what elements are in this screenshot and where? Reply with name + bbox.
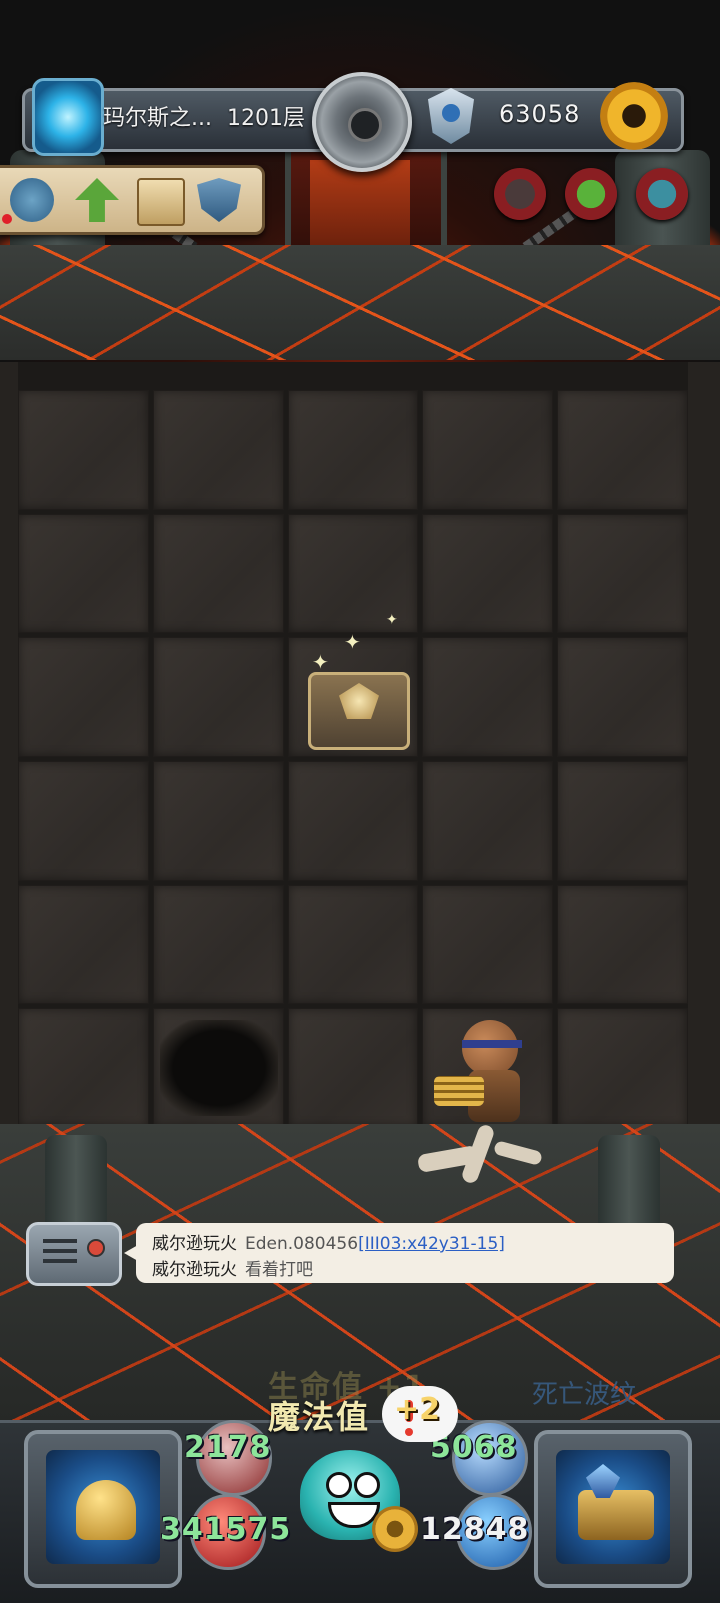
floor-tile[interactable] bbox=[422, 390, 554, 510]
equipment-button[interactable] bbox=[24, 1430, 182, 1588]
equipment-slot bbox=[46, 1450, 160, 1564]
floor-tile[interactable] bbox=[152, 884, 284, 1005]
hero-gatling-gun bbox=[434, 1076, 484, 1106]
scroll-icon[interactable] bbox=[137, 178, 185, 226]
floor-tile[interactable] bbox=[18, 760, 149, 881]
sparkle-icon: ✦ bbox=[386, 612, 398, 628]
floor-tile[interactable] bbox=[557, 637, 688, 757]
floor-tile[interactable] bbox=[287, 760, 419, 881]
settings-gear-icon[interactable] bbox=[600, 82, 668, 150]
floor-tile[interactable] bbox=[287, 513, 419, 634]
floor-tile[interactable] bbox=[287, 1008, 419, 1128]
floor-tile[interactable] bbox=[152, 637, 284, 757]
floor-tile[interactable] bbox=[18, 1008, 149, 1128]
chat-message: 威尔逊玩火 Eden.080456[III03:x42y31-15] bbox=[152, 1229, 505, 1254]
up-arrow-icon[interactable] bbox=[75, 178, 119, 222]
floor-tile[interactable] bbox=[557, 1008, 688, 1128]
tile-grid bbox=[18, 390, 688, 1128]
door-glow bbox=[310, 160, 410, 250]
inventory-button[interactable] bbox=[534, 1430, 692, 1588]
treasure-chest[interactable] bbox=[308, 672, 410, 750]
inventory-slot bbox=[556, 1450, 670, 1564]
floor-tile[interactable] bbox=[18, 513, 149, 634]
portal-icon[interactable] bbox=[32, 78, 104, 156]
floor-tile[interactable] bbox=[18, 637, 149, 757]
lava-floor bbox=[0, 245, 720, 360]
notification-dot bbox=[2, 214, 12, 224]
floor-hole[interactable] bbox=[160, 1020, 278, 1116]
item-toolbar bbox=[0, 165, 265, 235]
chat-text: 看着打吧 bbox=[245, 1260, 313, 1280]
chat-sender: 威尔逊玩火 bbox=[152, 1260, 237, 1280]
side-wall bbox=[688, 362, 720, 1130]
armor-buff-button[interactable] bbox=[494, 168, 546, 220]
stone-post bbox=[598, 1135, 660, 1225]
floor-tile[interactable] bbox=[287, 884, 419, 1005]
floor-tile[interactable] bbox=[152, 390, 284, 510]
chat-message: 威尔逊玩火 看着打吧 bbox=[152, 1255, 313, 1280]
chat-panel[interactable]: 威尔逊玩火 Eden.080456[III03:x42y31-15] 威尔逊玩火看… bbox=[124, 1223, 674, 1283]
chat-sender: 威尔逊玩火 bbox=[152, 1234, 237, 1254]
chat-text: Eden.080456 bbox=[245, 1234, 359, 1254]
floor-tile[interactable] bbox=[18, 390, 149, 510]
floor-tile[interactable] bbox=[557, 884, 688, 1005]
mp-gain-amount: +2 bbox=[394, 1392, 441, 1427]
floor-tile[interactable] bbox=[152, 760, 284, 881]
emblem-icon[interactable] bbox=[312, 72, 412, 172]
treasure-box-icon bbox=[578, 1490, 654, 1540]
floor-tile[interactable] bbox=[422, 884, 554, 1005]
attack-value: 2178 bbox=[184, 1430, 272, 1465]
skill-name-label: 死亡波纹 bbox=[532, 1380, 637, 1410]
mp-gain-text: 魔法值 bbox=[268, 1398, 371, 1436]
hp-value: 341575 bbox=[160, 1512, 292, 1547]
sparkle-icon: ✦ bbox=[344, 630, 361, 654]
chat-location-link[interactable]: [III03:x42y31-15] bbox=[358, 1234, 505, 1254]
floor-tile[interactable] bbox=[422, 760, 554, 881]
floor-tile[interactable] bbox=[557, 513, 688, 634]
turtle-shell-icon[interactable] bbox=[10, 178, 54, 222]
floor-tile[interactable] bbox=[422, 513, 554, 634]
hero-head bbox=[462, 1020, 518, 1076]
shield-icon[interactable] bbox=[197, 178, 241, 222]
gold-value: 12848 bbox=[420, 1512, 530, 1547]
helmet-icon bbox=[76, 1480, 136, 1540]
floor-tile[interactable] bbox=[557, 390, 688, 510]
currency-count: 63058 bbox=[499, 100, 581, 128]
bone-pile bbox=[410, 1110, 550, 1190]
stone-post bbox=[45, 1135, 107, 1225]
floor-name: 玛尔斯之... bbox=[103, 106, 212, 131]
side-wall bbox=[0, 362, 18, 1130]
green-monster-button[interactable] bbox=[565, 168, 617, 220]
gold-coin-icon bbox=[372, 1506, 418, 1552]
chat-button[interactable] bbox=[26, 1222, 122, 1286]
floor-tile[interactable] bbox=[422, 637, 554, 757]
mascot-eye bbox=[326, 1472, 352, 1498]
red-monster-button[interactable] bbox=[636, 168, 688, 220]
floor-tile[interactable] bbox=[18, 884, 149, 1005]
floor-tile[interactable] bbox=[287, 390, 419, 510]
mascot-eye bbox=[354, 1472, 380, 1498]
hero-character[interactable] bbox=[432, 1018, 542, 1124]
floor-number: 1201层 bbox=[227, 106, 305, 131]
hero-headband bbox=[462, 1040, 522, 1048]
floor-tile[interactable] bbox=[557, 760, 688, 881]
floor-tile[interactable] bbox=[152, 513, 284, 634]
sparkle-icon: ✦ bbox=[312, 650, 329, 674]
